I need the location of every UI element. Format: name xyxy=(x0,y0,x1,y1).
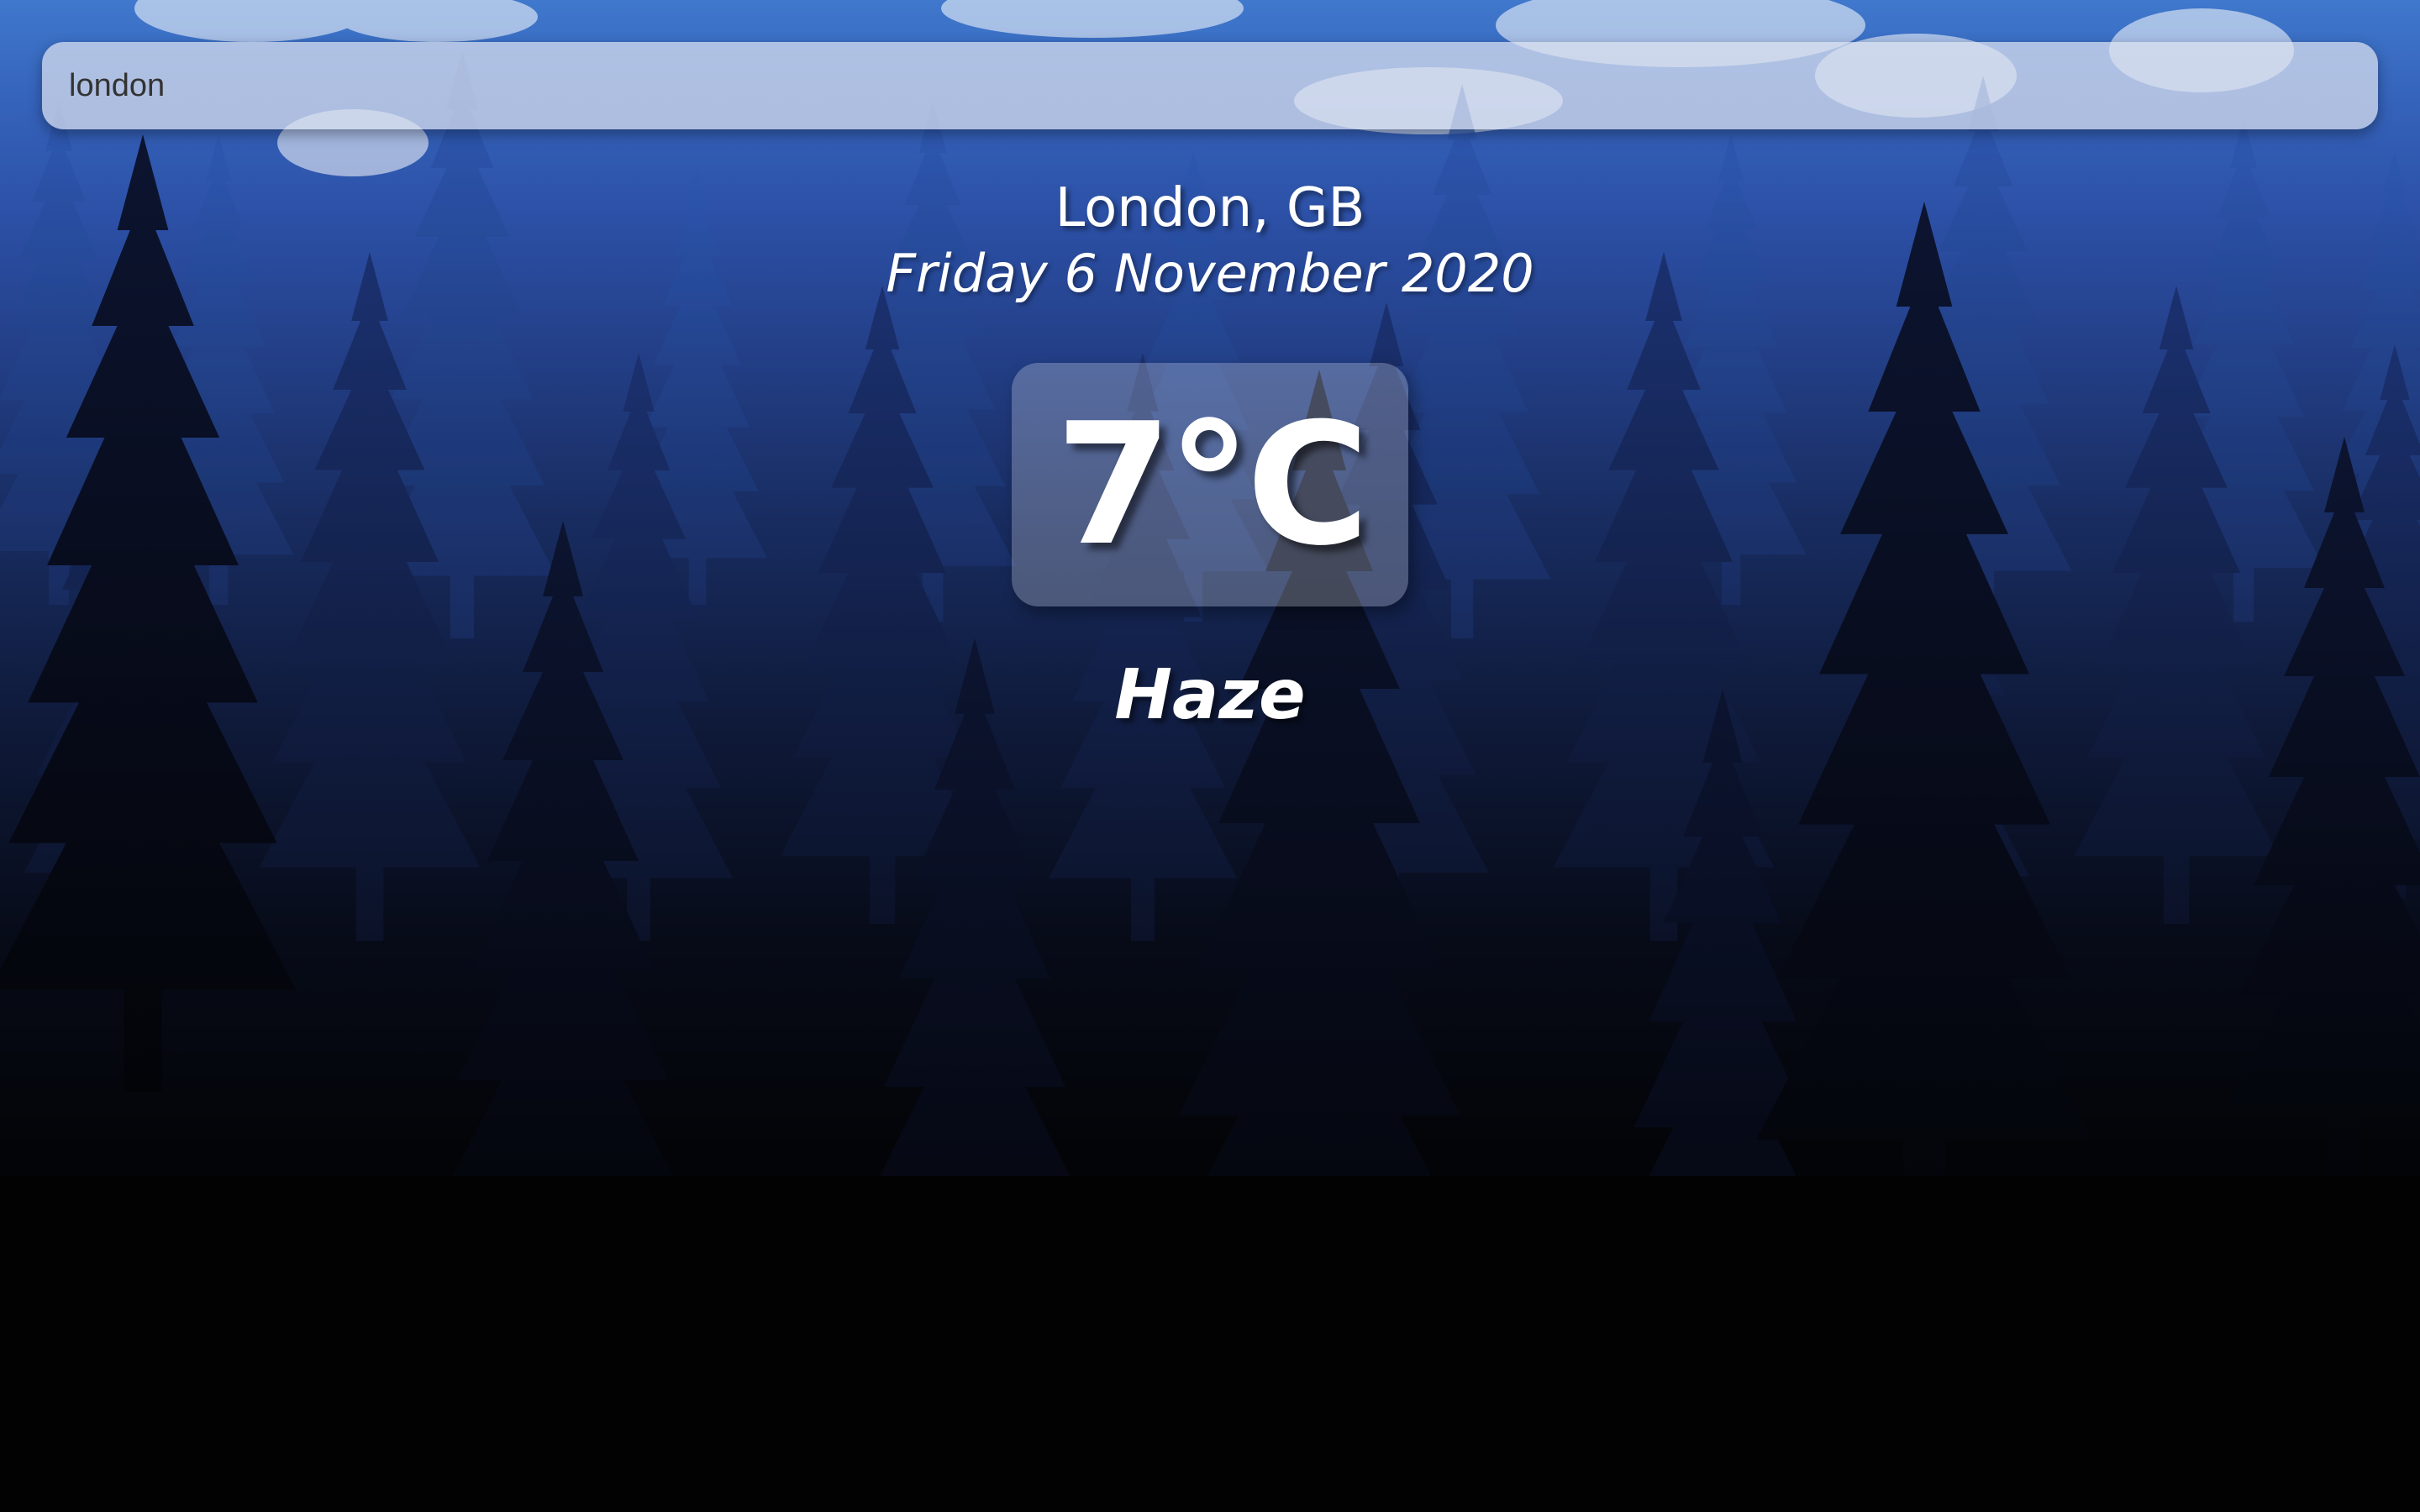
search-input[interactable] xyxy=(67,41,2353,130)
temperature-value: 7°C xyxy=(1055,386,1370,583)
current-date: Friday 6 November 2020 xyxy=(886,242,1534,304)
search-bar xyxy=(42,41,2378,130)
location-box: London, GB Friday 6 November 2020 xyxy=(0,176,2420,306)
city-name: London, GB xyxy=(1055,177,1365,239)
weather-condition: Haze xyxy=(1114,655,1306,735)
temperature-box: 7°C xyxy=(1012,363,1408,606)
